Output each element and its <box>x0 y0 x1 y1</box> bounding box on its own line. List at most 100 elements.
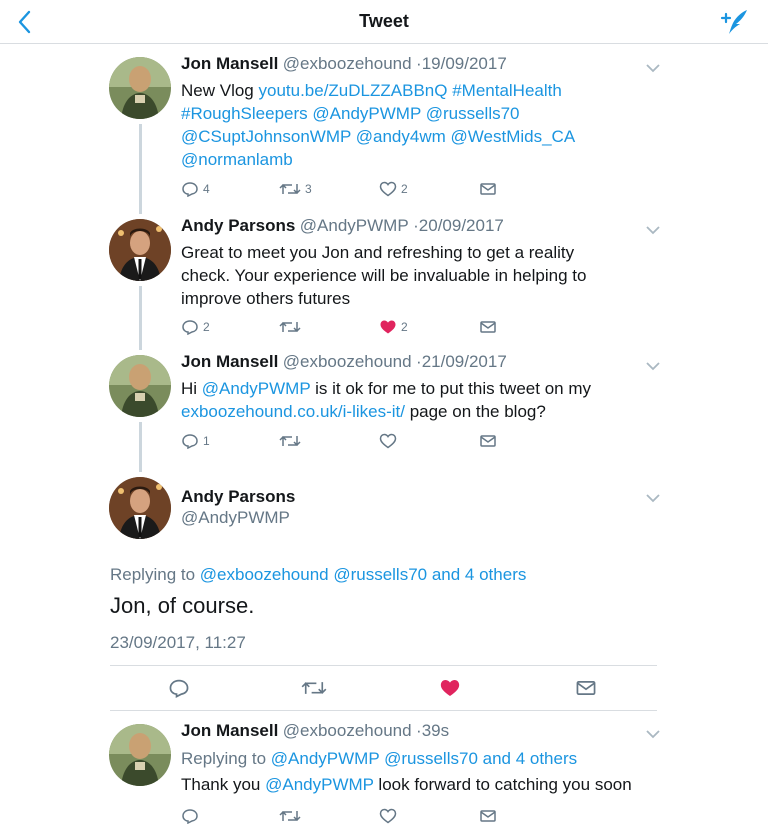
top-bar: Tweet <box>0 0 768 44</box>
tweet-text: Great to meet you Jon and refreshing to … <box>181 241 661 310</box>
tweet-text-line: @normanlamb <box>181 148 661 171</box>
tweet-time[interactable]: 20/09/2017 <box>419 216 504 235</box>
retweet-button[interactable] <box>279 431 301 451</box>
tweet-text-segment: Hi <box>181 379 202 398</box>
tweet-text: Thank you @AndyPWMP look forward to catc… <box>181 775 632 795</box>
author-handle[interactable]: @AndyPWMP <box>181 508 290 528</box>
reply-button[interactable]: 4 <box>181 179 210 199</box>
replying-to-users[interactable]: @AndyPWMP @russells70 and 4 others <box>271 749 577 768</box>
tweet-link[interactable]: @normanlamb <box>181 150 293 169</box>
retweet-button[interactable] <box>301 677 327 699</box>
tweet-time[interactable]: 19/09/2017 <box>422 54 507 73</box>
retweet-count: 3 <box>305 182 312 196</box>
tweet-link[interactable]: @AndyPWMP <box>202 379 311 398</box>
reply-button[interactable]: 1 <box>181 431 210 451</box>
tweet-time[interactable]: 39s <box>422 721 449 740</box>
reply-button[interactable] <box>168 677 190 699</box>
author-name[interactable]: Jon Mansell <box>181 352 278 371</box>
author-handle[interactable]: @exboozehound <box>283 352 412 371</box>
retweet-icon <box>301 682 327 694</box>
tweet-link[interactable]: @CSuptJohnsonWMP <box>181 127 351 146</box>
message-button[interactable] <box>479 806 497 826</box>
like-button[interactable]: 2 <box>379 317 408 337</box>
author-name[interactable]: Jon Mansell <box>181 721 278 740</box>
tweet-text-line: @CSuptJohnsonWMP @andy4wm @WestMids_CA <box>181 125 661 148</box>
divider <box>110 710 657 711</box>
tweet-text-line: Great to meet you Jon and refreshing to … <box>181 241 661 264</box>
tweet-text-segment: is it ok for me to put this tweet on my <box>310 379 591 398</box>
heart-icon <box>379 433 397 449</box>
avatar[interactable] <box>109 724 171 786</box>
envelope-icon <box>480 321 496 333</box>
message-button[interactable] <box>575 677 597 699</box>
avatar[interactable] <box>109 477 171 539</box>
heart-filled-icon <box>440 680 460 696</box>
retweet-icon <box>279 321 301 333</box>
heart-icon <box>379 181 397 197</box>
tweet-text-line: New Vlog youtu.be/ZuDLZZABBnQ #MentalHea… <box>181 79 661 102</box>
author-handle[interactable]: @AndyPWMP <box>300 216 409 235</box>
reply-count: 4 <box>203 182 210 196</box>
author-name[interactable]: Andy Parsons <box>181 216 295 235</box>
chevron-down-icon[interactable] <box>645 225 661 235</box>
avatar[interactable] <box>109 355 171 417</box>
heart-icon <box>379 808 397 824</box>
tweet-timestamp: 23/09/2017, 11:27 <box>110 633 246 652</box>
reply-icon <box>182 434 198 449</box>
mention-link[interactable]: @AndyPWMP <box>265 775 374 794</box>
tweet-text-segment: look forward to catching you soon <box>373 775 632 794</box>
retweet-button[interactable]: 3 <box>279 179 312 199</box>
chevron-down-icon[interactable] <box>645 361 661 371</box>
retweet-icon <box>279 435 301 447</box>
message-button[interactable] <box>479 431 497 451</box>
replying-to-users[interactable]: @exboozehound @russells70 and 4 others <box>200 565 527 584</box>
author-name[interactable]: Andy Parsons <box>181 487 295 507</box>
reply-count: 1 <box>203 434 210 448</box>
tweet-link[interactable]: @AndyPWMP <box>312 104 421 123</box>
tweet-link[interactable]: exboozehound.co.uk/i-likes-it/ <box>181 402 405 421</box>
retweet-button[interactable] <box>279 317 301 337</box>
reply-button[interactable]: 2 <box>181 317 210 337</box>
reply-button[interactable] <box>181 806 199 826</box>
avatar[interactable] <box>109 57 171 119</box>
tweet-link[interactable]: @WestMids_CA <box>451 127 576 146</box>
tweet-text-line: check. Your experience will be invaluabl… <box>181 264 661 287</box>
thread-line <box>139 286 142 350</box>
compose-tweet-icon[interactable] <box>720 7 752 37</box>
tweet-text-line: Hi @AndyPWMP is it ok for me to put this… <box>181 377 661 400</box>
author-name[interactable]: Jon Mansell <box>181 54 278 73</box>
reply-icon <box>169 679 189 698</box>
thread-line <box>139 124 142 214</box>
author-handle[interactable]: @exboozehound <box>283 54 412 73</box>
thread-line <box>139 422 142 472</box>
like-button[interactable] <box>379 806 397 826</box>
tweet-link[interactable]: #RoughSleepers <box>181 104 308 123</box>
tweet-link[interactable]: youtu.be/ZuDLZZABBnQ <box>258 81 447 100</box>
reply-icon <box>182 182 198 197</box>
retweet-button[interactable] <box>279 806 301 826</box>
author-handle[interactable]: @exboozehound <box>283 721 412 740</box>
tweet-link[interactable]: @russells70 <box>426 104 520 123</box>
message-button[interactable] <box>479 179 497 199</box>
message-button[interactable] <box>479 317 497 337</box>
envelope-icon <box>480 435 496 447</box>
tweet-text-segment: New Vlog <box>181 81 259 100</box>
replying-to-label: Replying to <box>110 565 196 584</box>
reply-icon <box>182 809 198 824</box>
chevron-down-icon[interactable] <box>645 493 661 503</box>
tweet-link[interactable]: #MentalHealth <box>452 81 562 100</box>
like-button[interactable] <box>439 677 461 699</box>
tweet-time[interactable]: 21/09/2017 <box>422 352 507 371</box>
chevron-down-icon[interactable] <box>645 63 661 73</box>
tweet-text-segment: Great to meet you Jon and refreshing to … <box>181 243 575 262</box>
tweet-link[interactable]: @andy4wm <box>356 127 446 146</box>
focused-tweet-text: Jon, of course. <box>110 593 255 618</box>
chevron-down-icon[interactable] <box>645 729 661 739</box>
avatar[interactable] <box>109 219 171 281</box>
heart-filled-icon <box>380 320 396 334</box>
reply-count: 2 <box>203 320 210 334</box>
replying-to-label: Replying to <box>181 749 267 768</box>
like-button[interactable]: 2 <box>379 179 408 199</box>
like-button[interactable] <box>379 431 397 451</box>
envelope-icon <box>576 681 596 695</box>
